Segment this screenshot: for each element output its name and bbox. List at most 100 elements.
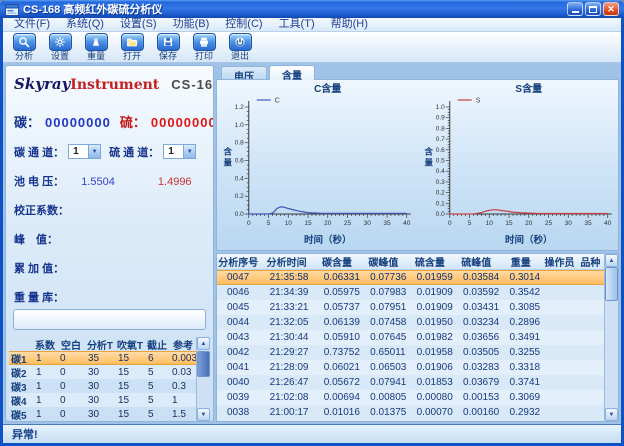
results-column-header-8[interactable]: 品种: [577, 254, 604, 269]
toolbar-button-2[interactable]: 重量: [78, 33, 114, 61]
table-row[interactable]: 004121:28:090.060210.065030.019060.03283…: [217, 360, 604, 375]
table-row[interactable]: 004521:33:210.057370.079510.019090.03431…: [217, 300, 604, 315]
svg-text:0.2: 0.2: [235, 193, 244, 200]
scroll-track[interactable]: [197, 350, 210, 408]
toolbar-button-6[interactable]: 退出: [222, 33, 258, 61]
params-column-header-2[interactable]: 分析T: [85, 337, 115, 351]
scroll-thumb[interactable]: [605, 267, 618, 301]
table-cell: 0.01909: [407, 302, 453, 313]
params-column-header-5[interactable]: 参考: [169, 337, 197, 351]
toolbar-button-1[interactable]: 设置: [42, 33, 78, 61]
scroll-up-icon[interactable]: ▲: [605, 254, 618, 267]
table-cell: 0.03679: [453, 377, 499, 388]
results-column-header-5[interactable]: 硫峰值: [453, 254, 499, 269]
params-column-header-4[interactable]: 截止: [145, 337, 169, 351]
chevron-down-icon[interactable]: ▼: [88, 145, 100, 158]
toolbar-button-4[interactable]: 保存: [150, 33, 186, 61]
table-cell: 0.65011: [360, 347, 406, 358]
sulfur-channel-select[interactable]: 1 ▼: [163, 144, 196, 159]
params-cell: 15: [115, 367, 145, 378]
table-cell: 21:35:58: [260, 272, 314, 283]
svg-text:0.4: 0.4: [435, 168, 444, 175]
maximize-button[interactable]: [585, 2, 601, 16]
table-cell: 21:32:05: [260, 317, 314, 328]
table-row[interactable]: 004021:26:470.056720.079410.018530.03679…: [217, 375, 604, 390]
app-icon: [5, 3, 19, 15]
toolbar-button-5[interactable]: 打印: [186, 33, 222, 61]
table-row[interactable]: 004321:30:440.059100.076450.019820.03656…: [217, 330, 604, 345]
params-cell: 30: [85, 409, 115, 420]
scroll-thumb[interactable]: [197, 351, 210, 377]
params-cell: 5: [145, 409, 169, 420]
params-column-header-0[interactable]: 系数: [33, 337, 57, 351]
table-row[interactable]: 003921:02:080.006940.008050.000800.00153…: [217, 390, 604, 405]
tab-1[interactable]: 含量: [269, 65, 315, 80]
params-row[interactable]: 碳210301550.03: [9, 365, 210, 379]
chart-panel: C含量C05101520253035400.00.20.40.60.81.01.…: [216, 79, 619, 251]
svg-text:C: C: [275, 98, 280, 105]
menu-item-6[interactable]: 帮助(H): [323, 18, 376, 31]
menu-item-0[interactable]: 文件(F): [6, 18, 58, 31]
results-column-header-4[interactable]: 硫含量: [407, 254, 453, 269]
table-cell: 0.06503: [360, 362, 406, 373]
results-column-header-6[interactable]: 重量: [499, 254, 542, 269]
table-row[interactable]: 003821:00:170.010160.013750.000700.00160…: [217, 405, 604, 420]
params-cell: 0.003: [169, 353, 197, 364]
results-column-header-3[interactable]: 碳峰值: [360, 254, 406, 269]
table-cell: 0.3014: [499, 272, 542, 283]
table-cell: 0.03656: [453, 332, 499, 343]
params-row[interactable]: 碳410301551: [9, 393, 210, 407]
menu-item-4[interactable]: 控制(C): [217, 18, 270, 31]
table-row[interactable]: 004221:29:270.737520.650110.019580.03505…: [217, 345, 604, 360]
carbon-channel-label: 碳 通 道：: [14, 144, 64, 160]
svg-text:15: 15: [304, 220, 312, 227]
sulfur-content-chart-container: S含量S05101520253035400.00.10.20.30.40.50.…: [418, 80, 619, 250]
params-row[interactable]: 碳310301550.3: [9, 379, 210, 393]
carbon-channel-select[interactable]: 1 ▼: [68, 144, 101, 159]
params-column-header-1[interactable]: 空白: [57, 337, 85, 351]
table-row[interactable]: 004721:35:580.063310.077360.019590.03584…: [217, 270, 604, 285]
toolbar-button-0[interactable]: 分析: [6, 33, 42, 61]
table-cell: 0046: [217, 287, 260, 298]
params-cell: 15: [115, 353, 145, 364]
tab-0[interactable]: 电压: [221, 66, 267, 80]
sulfur-value: 00000000: [151, 115, 214, 130]
weight-library-listbox[interactable]: [13, 309, 206, 330]
menu-item-3[interactable]: 功能(B): [165, 18, 218, 31]
svg-text:含: 含: [423, 147, 433, 157]
menu-item-1[interactable]: 系统(Q): [58, 18, 112, 31]
toolbar-button-3[interactable]: 打开: [114, 33, 150, 61]
table-row[interactable]: 004621:34:390.059750.079830.019090.03592…: [217, 285, 604, 300]
svg-text:20: 20: [324, 220, 332, 227]
table-row[interactable]: 004421:32:050.061390.074580.019500.03234…: [217, 315, 604, 330]
svg-text:10: 10: [485, 220, 493, 227]
table-cell: 0.01909: [407, 287, 453, 298]
minimize-button[interactable]: [567, 2, 583, 16]
close-button[interactable]: ✕: [603, 2, 619, 16]
table-cell: 0.05737: [314, 302, 360, 313]
params-column-header-3[interactable]: 吹氧T: [115, 337, 145, 351]
svg-text:含: 含: [222, 147, 232, 157]
minimize-icon: [572, 11, 579, 13]
svg-text:25: 25: [344, 220, 352, 227]
menu-item-2[interactable]: 设置(S): [112, 18, 165, 31]
params-row[interactable]: 碳510301551.5: [9, 407, 210, 421]
results-column-header-1[interactable]: 分析时间: [260, 254, 314, 269]
table-cell: 21:28:09: [260, 362, 314, 373]
params-scrollbar[interactable]: ▲▼: [196, 337, 210, 421]
params-cell: 15: [115, 381, 145, 392]
scroll-up-icon[interactable]: ▲: [197, 337, 210, 350]
scroll-track[interactable]: [605, 267, 618, 408]
chevron-down-icon[interactable]: ▼: [183, 145, 195, 158]
params-cell: 0.03: [169, 367, 197, 378]
status-bar: 异常!: [3, 424, 621, 443]
results-column-header-2[interactable]: 碳含量: [314, 254, 360, 269]
results-column-header-0[interactable]: 分析序号: [217, 254, 260, 269]
scroll-down-icon[interactable]: ▼: [605, 408, 618, 421]
results-scrollbar[interactable]: ▲▼: [604, 254, 618, 421]
scroll-down-icon[interactable]: ▼: [197, 408, 210, 421]
params-row[interactable]: 碳110351560.003: [9, 351, 210, 365]
results-column-header-7[interactable]: 操作员: [542, 254, 577, 269]
analyze-icon: [13, 33, 36, 51]
menu-item-5[interactable]: 工具(T): [271, 18, 323, 31]
